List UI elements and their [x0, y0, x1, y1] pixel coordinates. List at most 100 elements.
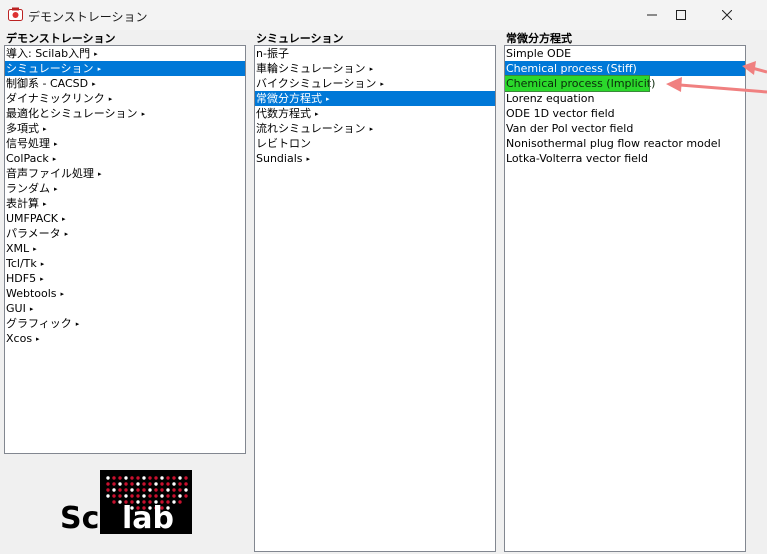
list-item-label: 最適化とシミュレーション: [6, 107, 138, 120]
list-item[interactable]: バイクシミュレーション ▸: [255, 76, 495, 91]
logo-dot: [124, 488, 128, 492]
list-item[interactable]: Chemical process (Stiff): [505, 61, 745, 76]
submenu-arrow-icon: ▸: [326, 95, 330, 103]
logo-dot: [172, 488, 176, 492]
list-item[interactable]: パラメータ ▸: [5, 226, 245, 241]
list-item[interactable]: 音声ファイル処理 ▸: [5, 166, 245, 181]
logo-text-lab: lab: [122, 501, 174, 534]
list-item[interactable]: ランダム ▸: [5, 181, 245, 196]
list-item[interactable]: グラフィック ▸: [5, 316, 245, 331]
list-item-label: ランダム: [6, 182, 50, 195]
submenu-arrow-icon: ▸: [40, 275, 44, 283]
title-bar: デモンストレーション: [0, 0, 767, 30]
maximize-icon: [676, 10, 686, 20]
list-item-label: Nonisothermal plug flow reactor model: [506, 137, 721, 150]
logo-dot: [142, 482, 146, 486]
list-item-label: 流れシミュレーション: [256, 122, 366, 135]
list-item[interactable]: Nonisothermal plug flow reactor model: [505, 136, 745, 151]
list-item[interactable]: GUI ▸: [5, 301, 245, 316]
list-item-label: ColPack: [6, 152, 49, 165]
list-item[interactable]: 代数方程式 ▸: [255, 106, 495, 121]
list-item[interactable]: UMFPACK ▸: [5, 211, 245, 226]
logo-dot: [154, 482, 158, 486]
list-item[interactable]: レビトロン: [255, 136, 495, 151]
list-item[interactable]: Simple ODE: [505, 46, 745, 61]
submenu-arrow-icon: ▸: [369, 125, 374, 133]
list-item-label: HDF5: [6, 272, 37, 285]
list-item[interactable]: XML ▸: [5, 241, 245, 256]
list-item[interactable]: n-振子: [255, 46, 495, 61]
logo-dot: [184, 476, 188, 480]
close-button[interactable]: [704, 0, 750, 30]
list-item-label: グラフィック: [6, 317, 72, 330]
demonstrations-list[interactable]: 導入: Scilab入門 ▸ シミュレーション ▸ 制御系 - CACSD ▸ ダイナミック…: [4, 45, 246, 454]
list-item[interactable]: HDF5 ▸: [5, 271, 245, 286]
list-item[interactable]: Tcl/Tk ▸: [5, 256, 245, 271]
column-header-demonstrations: デモンストレーション: [6, 32, 116, 45]
list-item[interactable]: Lotka-Volterra vector field: [505, 151, 745, 166]
list-item[interactable]: 制御系 - CACSD ▸: [5, 76, 245, 91]
logo-dot: [130, 476, 134, 480]
list-item-label: バイクシミュレーション: [256, 77, 377, 90]
list-item-label: UMFPACK: [6, 212, 59, 225]
column-header-ode: 常微分方程式: [506, 32, 572, 45]
list-item[interactable]: Chemical process (Implicit): [505, 75, 655, 92]
list-item[interactable]: ODE 1D vector field: [505, 106, 745, 121]
list-item[interactable]: ダイナミックリンク ▸: [5, 91, 245, 106]
logo-dot: [178, 488, 182, 492]
list-item-label: Simple ODE: [506, 47, 572, 60]
scilab-logo: Sci lab: [60, 470, 192, 534]
scilab-app-icon: [8, 7, 23, 21]
logo-dot: [160, 476, 164, 480]
logo-dot: [112, 500, 116, 504]
ode-list[interactable]: Simple ODE Chemical process (Stiff) Chemic…: [504, 45, 746, 552]
logo-dot: [112, 488, 116, 492]
list-item[interactable]: シミュレーション ▸: [5, 61, 245, 76]
list-item[interactable]: Webtools ▸: [5, 286, 245, 301]
submenu-arrow-icon: ▸: [60, 290, 65, 298]
logo-dot: [184, 482, 188, 486]
logo-dot: [130, 488, 134, 492]
list-item[interactable]: 多項式 ▸: [5, 121, 245, 136]
logo-dot: [184, 494, 188, 498]
maximize-button[interactable]: [658, 0, 704, 30]
list-item[interactable]: 車輪シミュレーション ▸: [255, 61, 495, 76]
list-item[interactable]: ColPack ▸: [5, 151, 245, 166]
logo-dot: [106, 488, 110, 492]
list-item[interactable]: 導入: Scilab入門 ▸: [5, 46, 245, 61]
submenu-arrow-icon: ▸: [43, 125, 47, 133]
list-item-label: 信号処理: [6, 137, 50, 150]
simulation-list[interactable]: n-振子 車輪シミュレーション ▸ バイクシミュレーション ▸ 常微分方程式 ▸ 代数方程式 ▸…: [254, 45, 496, 552]
list-item[interactable]: 流れシミュレーション ▸: [255, 121, 495, 136]
logo-dot: [160, 488, 164, 492]
logo-dot: [160, 482, 164, 486]
list-item[interactable]: Xcos ▸: [5, 331, 245, 346]
submenu-arrow-icon: ▸: [29, 305, 34, 313]
list-item[interactable]: 常微分方程式 ▸: [255, 91, 495, 106]
logo-dot: [112, 482, 116, 486]
close-icon: [722, 10, 732, 20]
list-item[interactable]: 表計算 ▸: [5, 196, 245, 211]
logo-dot: [118, 494, 122, 498]
logo-dot: [178, 500, 182, 504]
logo-dot: [130, 494, 134, 498]
list-item[interactable]: Van der Pol vector field: [505, 121, 745, 136]
list-item-label: パラメータ: [6, 227, 61, 240]
logo-dot: [172, 482, 176, 486]
submenu-arrow-icon: ▸: [97, 65, 102, 73]
logo-dot: [136, 488, 140, 492]
list-item-label: 制御系 - CACSD: [6, 77, 89, 90]
logo-dot: [106, 476, 110, 480]
logo-dot: [112, 494, 116, 498]
logo-dot: [154, 488, 158, 492]
list-item[interactable]: 信号処理 ▸: [5, 136, 245, 151]
list-item-label: Sundials: [256, 152, 303, 165]
list-item-label: Chemical process (Stiff): [506, 62, 637, 75]
list-item[interactable]: Lorenz equation: [505, 91, 745, 106]
logo-dot: [178, 476, 182, 480]
list-item-label: Lotka-Volterra vector field: [506, 152, 648, 165]
list-item-label: 表計算: [6, 197, 39, 210]
list-item[interactable]: Sundials ▸: [255, 151, 495, 166]
logo-dot: [124, 482, 128, 486]
list-item[interactable]: 最適化とシミュレーション ▸: [5, 106, 245, 121]
